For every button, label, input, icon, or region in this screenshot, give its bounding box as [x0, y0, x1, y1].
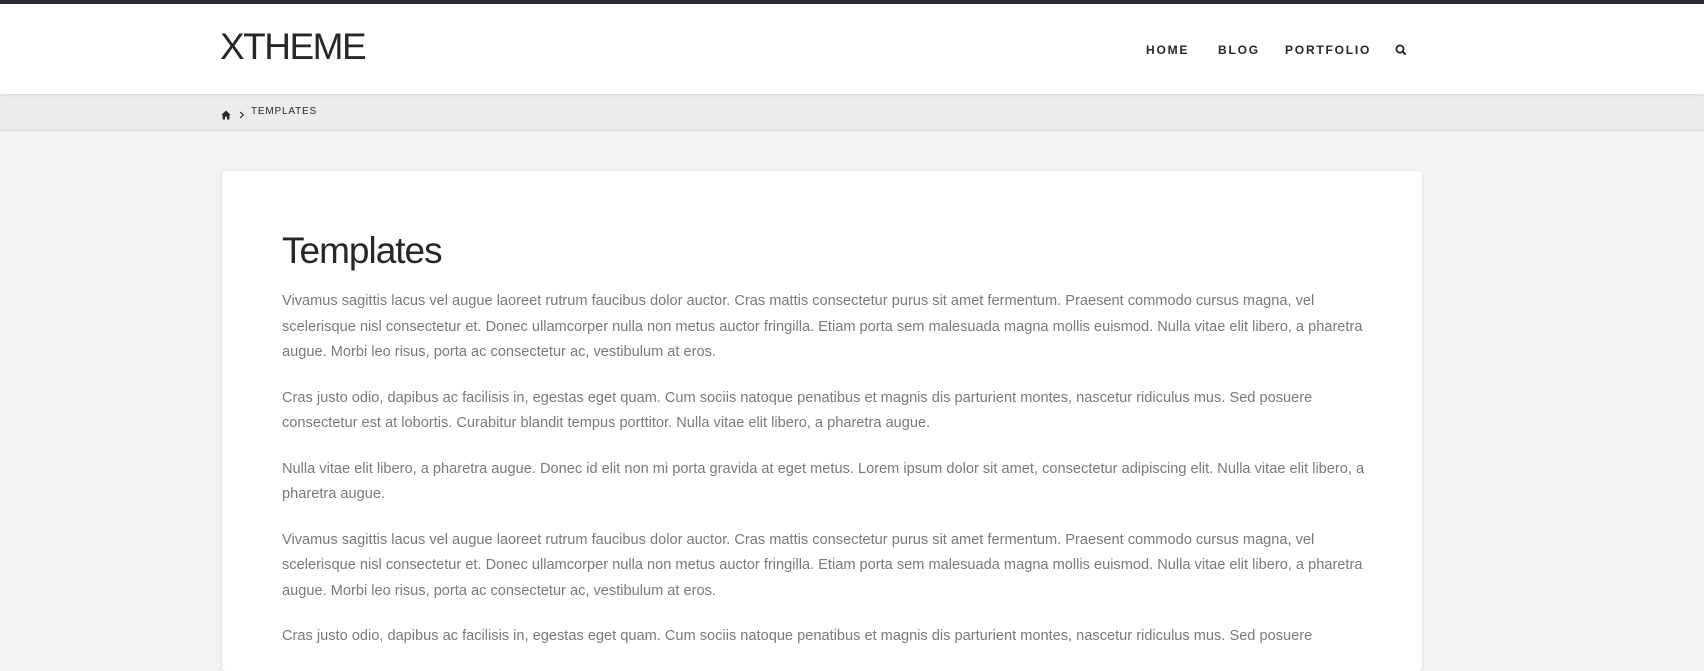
paragraph: Nulla vitae elit libero, a pharetra augu… [282, 460, 1365, 503]
paragraph: Cras justo odio, dapibus ac facilisis in… [282, 389, 1313, 432]
breadcrumb: TEMPLATES [221, 105, 317, 120]
content-card: Templates Vivamus sagittis lacus vel aug… [222, 171, 1422, 671]
nav-item-home[interactable]: HOME [1146, 40, 1189, 60]
nav-item-blog[interactable]: BLOG [1218, 40, 1260, 60]
page-title: Templates [282, 230, 443, 271]
masthead: XTHEME HOME BLOG PORTFOLIO [0, 4, 1704, 94]
home-icon[interactable] [221, 107, 231, 120]
entry-content: Vivamus sagittis lacus vel augue laoreet… [282, 289, 1367, 670]
chevron-right-icon [239, 107, 245, 119]
paragraph: Cras justo odio, dapibus ac facilisis in… [282, 628, 1313, 644]
search-icon[interactable] [1394, 40, 1408, 60]
breadcrumb-bar: TEMPLATES [0, 94, 1704, 131]
nav-item-portfolio[interactable]: PORTFOLIO [1285, 40, 1371, 60]
site-logo[interactable]: XTHEME [220, 25, 367, 69]
paragraph: Vivamus sagittis lacus vel augue laoreet… [282, 293, 1363, 360]
paragraph: Vivamus sagittis lacus vel augue laoreet… [282, 531, 1363, 599]
breadcrumb-current: TEMPLATES [251, 106, 317, 117]
